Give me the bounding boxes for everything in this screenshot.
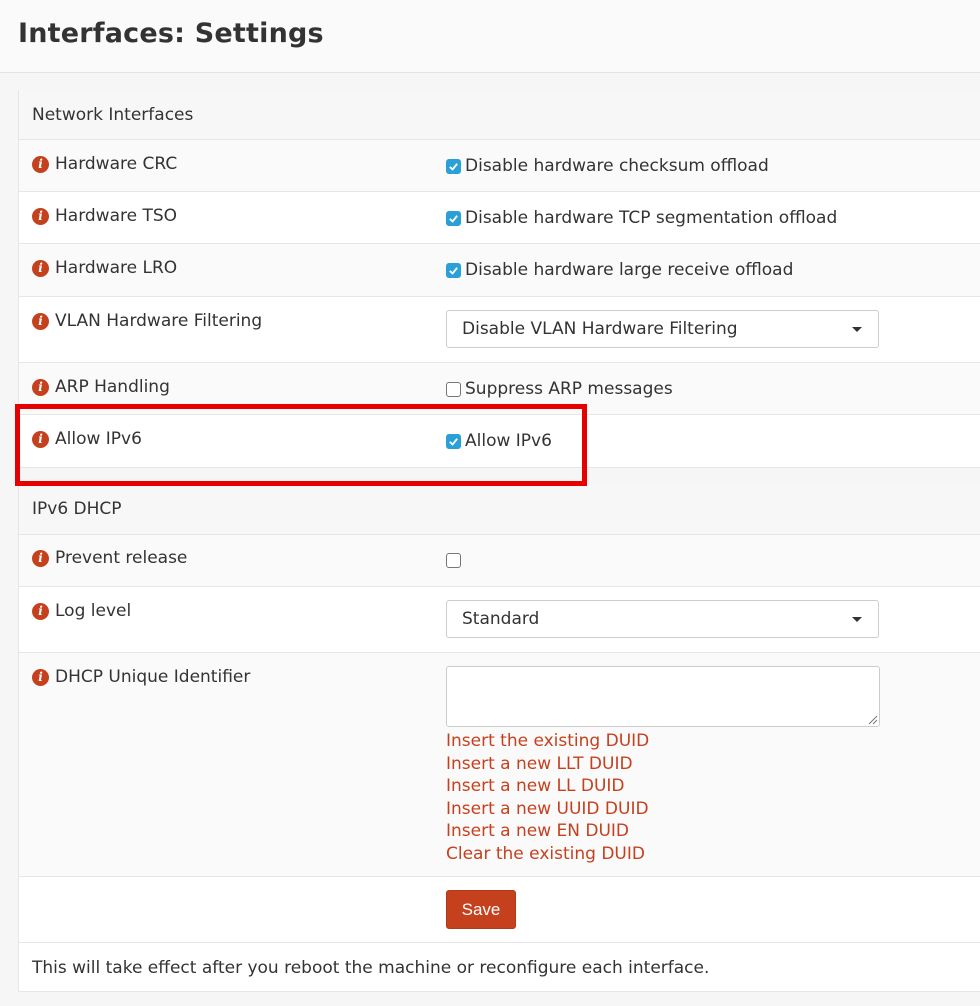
section-header-network: Network Interfaces [19, 90, 980, 140]
hardware-lro-field: Disable hardware large receive offload [446, 260, 793, 280]
network-interfaces-panel: Network Interfaces i Hardware CRC Disabl… [18, 90, 980, 468]
row-label: i Hardware CRC [32, 154, 177, 174]
row-hardware-crc: i Hardware CRC Disable hardware checksum… [19, 140, 980, 192]
row-label: i Hardware LRO [32, 258, 177, 278]
allow-ipv6-field: Allow IPv6 [446, 431, 552, 451]
hardware-tso-field: Disable hardware TCP segmentation offloa… [446, 208, 837, 228]
row-dhcp-unique-identifier: i DHCP Unique Identifier Insert the exis… [19, 653, 980, 877]
select-value: Standard [462, 609, 540, 629]
row-log-level: i Log level Standard [19, 587, 980, 653]
row-note: This will take effect after you reboot t… [19, 943, 980, 992]
duid-links: Insert the existing DUID Insert a new LL… [446, 730, 649, 865]
row-label-text: Hardware CRC [55, 154, 178, 174]
row-label: i ARP Handling [32, 377, 170, 397]
row-label: i Hardware TSO [32, 206, 177, 226]
info-icon[interactable]: i [32, 207, 49, 225]
prevent-release-field [446, 553, 465, 568]
row-hardware-tso: i Hardware TSO Disable hardware TCP segm… [19, 192, 980, 244]
row-label-text: Hardware TSO [55, 206, 178, 226]
save-button[interactable]: Save [446, 890, 516, 929]
info-icon[interactable]: i [32, 430, 49, 448]
page-title: Interfaces: Settings [18, 18, 324, 49]
checkbox-label[interactable]: Disable hardware large receive offload [465, 260, 793, 280]
row-label-text: Hardware LRO [55, 258, 178, 278]
arp-handling-checkbox[interactable] [446, 381, 461, 397]
row-label-text: ARP Handling [55, 377, 170, 397]
info-icon[interactable]: i [32, 378, 49, 396]
row-label-text: Prevent release [55, 548, 188, 568]
info-icon[interactable]: i [32, 259, 49, 277]
hardware-crc-checkbox[interactable] [446, 158, 461, 174]
row-label: i VLAN Hardware Filtering [32, 311, 262, 331]
row-label-text: Log level [55, 601, 132, 621]
checkbox-label[interactable]: Disable hardware checksum offload [465, 156, 769, 176]
insert-en-duid-link[interactable]: Insert a new EN DUID [446, 820, 649, 843]
select-value: Disable VLAN Hardware Filtering [462, 319, 738, 339]
insert-existing-duid-link[interactable]: Insert the existing DUID [446, 730, 649, 753]
row-label: i Prevent release [32, 548, 187, 568]
duid-textarea[interactable] [446, 666, 880, 727]
row-hardware-lro: i Hardware LRO Disable hardware large re… [19, 244, 980, 297]
checkbox-label[interactable]: Disable hardware TCP segmentation offloa… [465, 208, 837, 228]
row-label: i DHCP Unique Identifier [32, 667, 250, 687]
allow-ipv6-checkbox[interactable] [446, 433, 461, 449]
hardware-lro-checkbox[interactable] [446, 262, 461, 278]
reboot-note: This will take effect after you reboot t… [32, 958, 710, 978]
row-label: i Allow IPv6 [32, 429, 142, 449]
page-header: Interfaces: Settings [0, 0, 980, 73]
ipv6-dhcp-panel: IPv6 DHCP i Prevent release i Log level … [18, 486, 980, 992]
info-icon[interactable]: i [32, 312, 49, 330]
row-label-text: Allow IPv6 [55, 429, 142, 449]
check-icon [449, 437, 458, 446]
hardware-tso-checkbox[interactable] [446, 210, 461, 226]
row-save: Save [19, 877, 980, 943]
row-allow-ipv6: i Allow IPv6 Allow IPv6 [19, 415, 980, 468]
log-level-select[interactable]: Standard [446, 600, 879, 638]
check-icon [449, 162, 458, 171]
info-icon[interactable]: i [32, 155, 49, 173]
chevron-down-icon [852, 327, 862, 332]
checkbox-label[interactable]: Suppress ARP messages [465, 379, 673, 399]
insert-uuid-duid-link[interactable]: Insert a new UUID DUID [446, 798, 649, 821]
row-label-text: DHCP Unique Identifier [55, 667, 251, 687]
check-icon [449, 266, 458, 275]
section-title: Network Interfaces [32, 105, 194, 125]
vlan-filtering-select[interactable]: Disable VLAN Hardware Filtering [446, 310, 879, 348]
row-vlan-filtering: i VLAN Hardware Filtering Disable VLAN H… [19, 297, 980, 363]
check-icon [449, 214, 458, 223]
arp-handling-field: Suppress ARP messages [446, 379, 673, 399]
chevron-down-icon [852, 617, 862, 622]
section-title: IPv6 DHCP [32, 499, 122, 519]
row-prevent-release: i Prevent release [19, 535, 980, 587]
info-icon[interactable]: i [32, 668, 49, 686]
insert-ll-duid-link[interactable]: Insert a new LL DUID [446, 775, 649, 798]
hardware-crc-field: Disable hardware checksum offload [446, 156, 769, 176]
row-arp-handling: i ARP Handling Suppress ARP messages [19, 363, 980, 415]
checkbox-label[interactable]: Allow IPv6 [465, 431, 552, 451]
section-header-ipv6-dhcp: IPv6 DHCP [19, 486, 980, 535]
info-icon[interactable]: i [32, 549, 49, 567]
row-label-text: VLAN Hardware Filtering [55, 311, 263, 331]
insert-llt-duid-link[interactable]: Insert a new LLT DUID [446, 753, 649, 776]
info-icon[interactable]: i [32, 602, 49, 620]
row-label: i Log level [32, 601, 131, 621]
resize-handle-icon[interactable] [868, 715, 878, 725]
prevent-release-checkbox[interactable] [446, 553, 461, 568]
clear-duid-link[interactable]: Clear the existing DUID [446, 843, 649, 866]
